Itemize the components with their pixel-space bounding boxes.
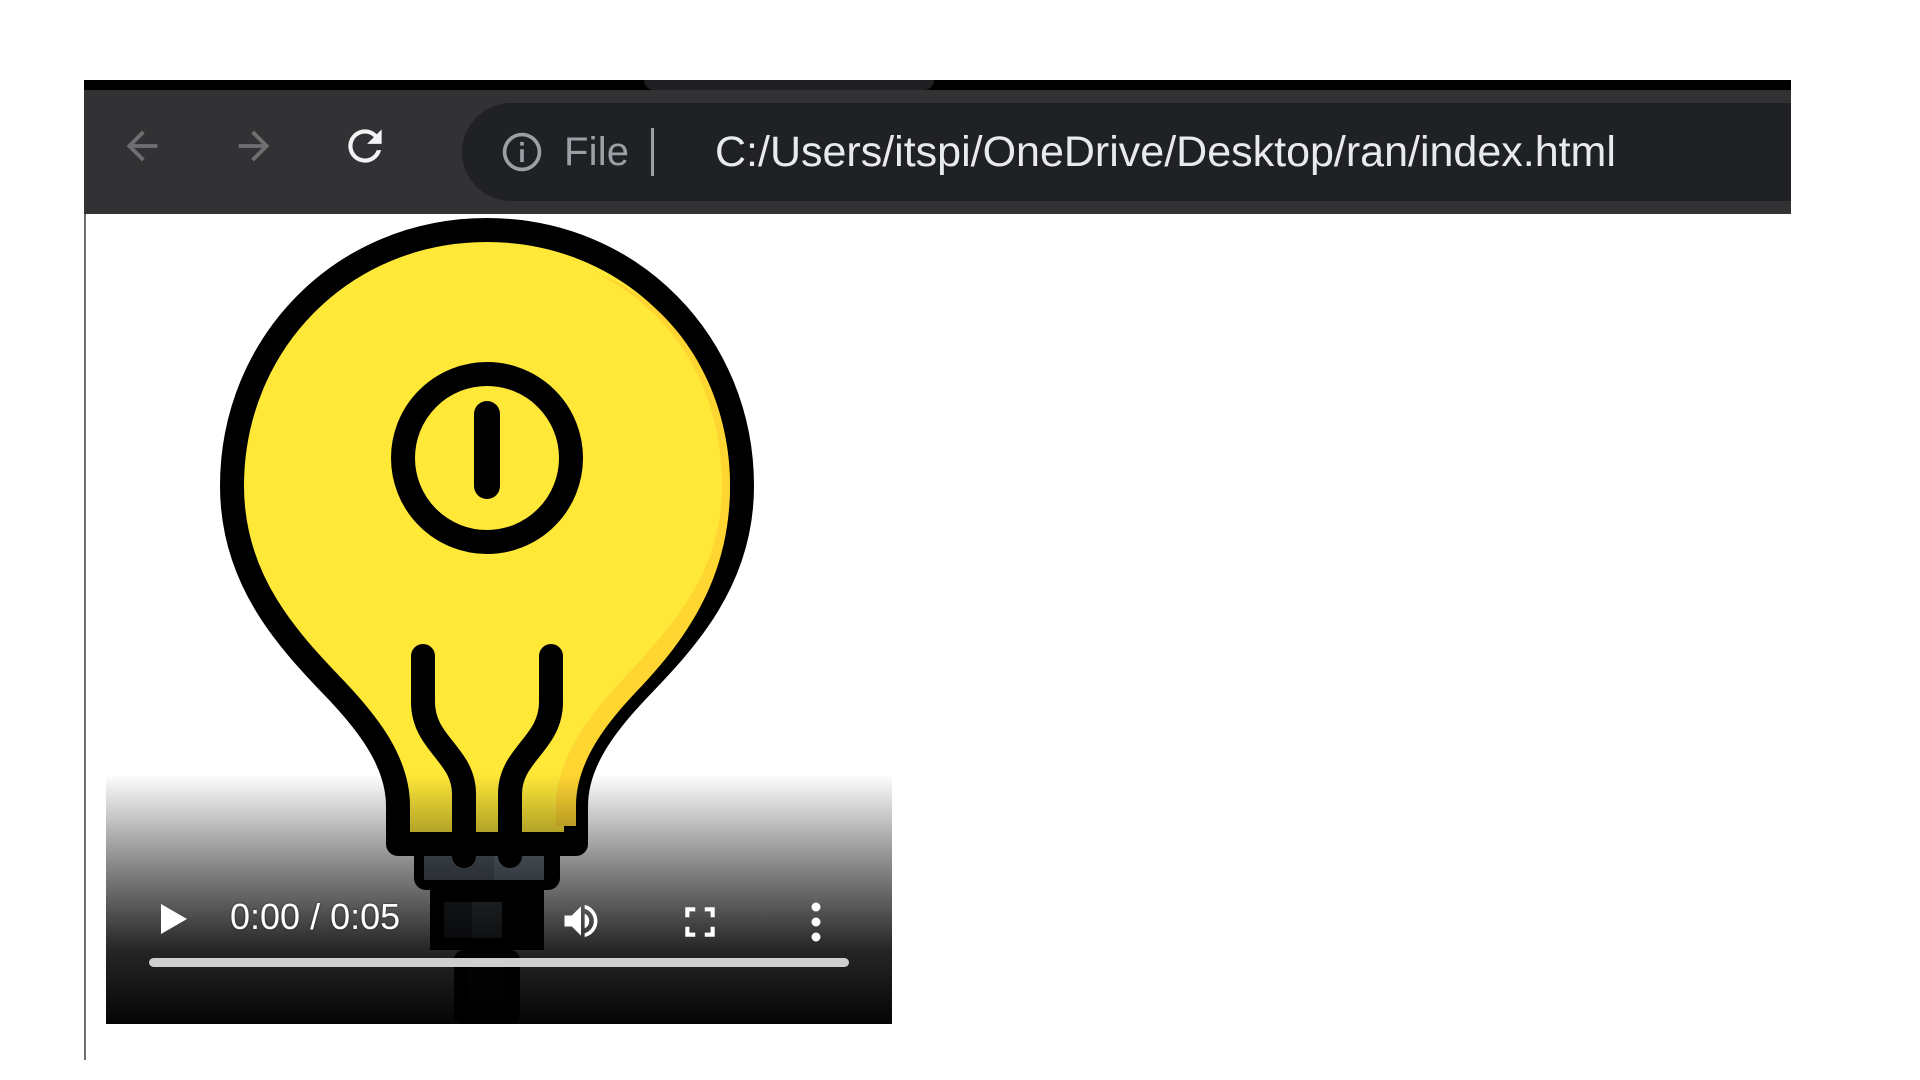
scheme-chip: File xyxy=(564,129,630,174)
play-button[interactable] xyxy=(152,897,196,941)
more-options-button[interactable] xyxy=(796,894,836,950)
volume-icon xyxy=(564,904,598,938)
progress-bar[interactable] xyxy=(149,958,849,967)
site-info-button[interactable]: File xyxy=(500,103,655,201)
info-circle-icon xyxy=(502,132,542,172)
fullscreen-button[interactable] xyxy=(674,896,726,948)
power-symbol xyxy=(391,362,583,554)
more-vertical-icon xyxy=(811,902,821,942)
arrow-left-icon xyxy=(126,130,158,162)
video-player[interactable]: 0:00 / 0:05 xyxy=(106,214,892,1024)
address-bar[interactable]: File C:/Users/itspi/OneDrive/Desktop/ran… xyxy=(462,103,1791,201)
reload-button[interactable] xyxy=(337,118,393,174)
page-viewport: 0:00 / 0:05 xyxy=(84,214,1791,1060)
forward-button[interactable] xyxy=(226,118,282,174)
active-tab-edge[interactable] xyxy=(644,80,934,90)
screenshot-stage: File C:/Users/itspi/OneDrive/Desktop/ran… xyxy=(0,0,1920,1080)
browser-window: File C:/Users/itspi/OneDrive/Desktop/ran… xyxy=(84,80,1791,1060)
time-display: 0:00 / 0:05 xyxy=(230,896,401,937)
controls-overlay xyxy=(106,774,892,1024)
chip-divider xyxy=(651,128,655,176)
play-icon xyxy=(161,904,187,934)
back-button[interactable] xyxy=(114,118,170,174)
mute-button[interactable] xyxy=(554,894,608,948)
arrow-right-icon xyxy=(238,130,270,162)
reload-icon xyxy=(348,129,382,163)
fullscreen-icon xyxy=(685,907,715,937)
url-text[interactable]: C:/Users/itspi/OneDrive/Desktop/ran/inde… xyxy=(715,103,1616,201)
browser-toolbar: File C:/Users/itspi/OneDrive/Desktop/ran… xyxy=(84,90,1791,214)
